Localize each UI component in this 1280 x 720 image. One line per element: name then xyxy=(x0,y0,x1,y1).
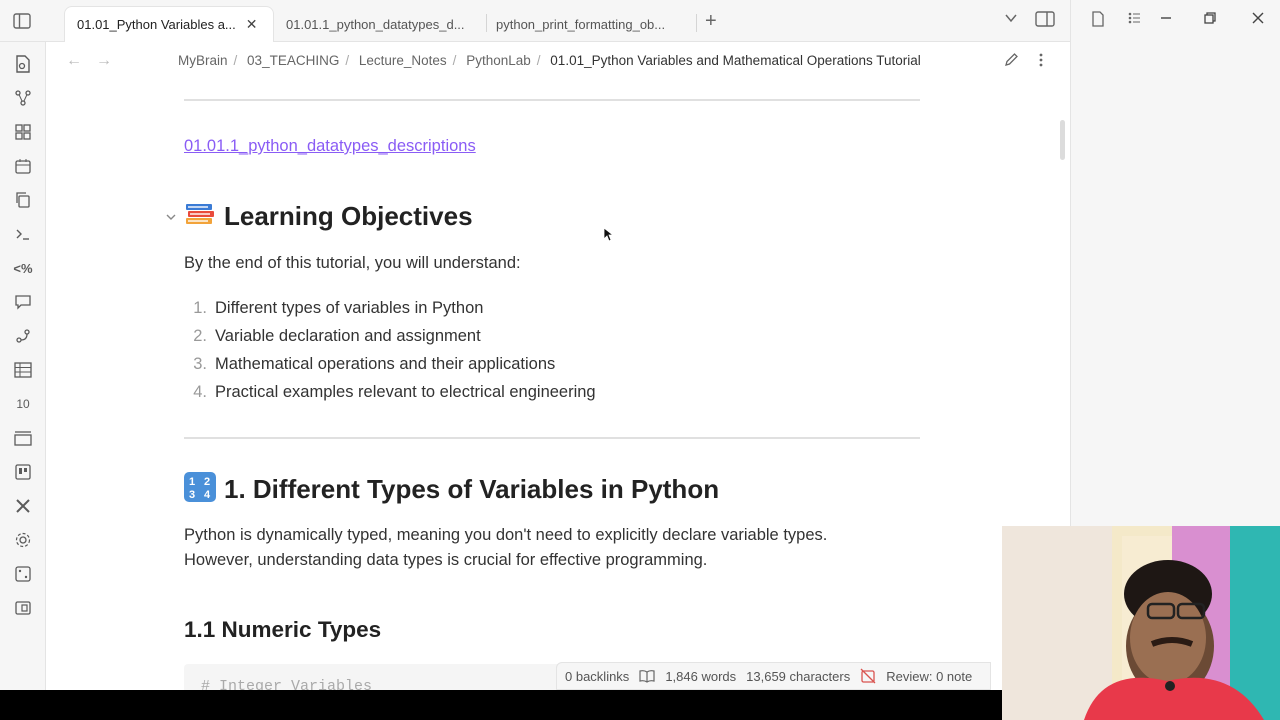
breadcrumb-item[interactable]: 03_TEACHING xyxy=(247,53,339,68)
copy-icon[interactable] xyxy=(11,188,35,212)
back-arrow-icon[interactable]: ← xyxy=(66,52,82,70)
heading-text: 1. Different Types of Variables in Pytho… xyxy=(224,474,720,504)
mouse-cursor-icon xyxy=(604,228,614,242)
tab-label: 01.01_Python Variables a... xyxy=(77,17,236,32)
list-number: 2. xyxy=(193,326,207,345)
review-status[interactable]: Review: 0 note xyxy=(886,669,972,684)
minimize-icon[interactable] xyxy=(1159,11,1173,29)
list-text: Mathematical operations and their applic… xyxy=(215,354,556,373)
list-item: 4. Practical examples relevant to electri… xyxy=(184,378,596,406)
reading-view-icon[interactable] xyxy=(639,669,655,683)
new-note-icon[interactable] xyxy=(1091,11,1105,31)
obsidian-window: 01.01_Python Variables a... ✕ 01.01.1_py… xyxy=(0,0,1280,720)
board-icon[interactable] xyxy=(11,460,35,484)
tab-print-formatting[interactable]: python_print_formatting_ob... xyxy=(484,6,677,42)
tab-variables[interactable]: 01.01_Python Variables a... ✕ xyxy=(64,6,274,42)
toggle-right-sidebar-icon[interactable] xyxy=(1035,11,1055,31)
tools-icon[interactable] xyxy=(11,494,35,518)
presenter-video-frame xyxy=(1002,526,1280,720)
close-window-icon[interactable] xyxy=(1251,11,1265,29)
backlinks-count[interactable]: 0 backlinks xyxy=(565,669,629,684)
list-text: Variable declaration and assignment xyxy=(215,326,481,345)
svg-text:3: 3 xyxy=(189,489,195,501)
character-count: 13,659 characters xyxy=(746,668,851,684)
types-paragraph-line-2: However, understanding data types is cru… xyxy=(184,551,708,569)
intro-text: By the end of this tutorial, you will un… xyxy=(184,254,521,272)
chat-icon[interactable] xyxy=(11,290,35,314)
open-file-icon[interactable] xyxy=(11,52,35,76)
list-text: Practical examples relevant to electrica… xyxy=(215,382,596,401)
list-item: 3. Mathematical operations and their appl… xyxy=(184,350,596,378)
list-item: 2. Variable declaration and assignment xyxy=(184,322,596,350)
status-bar: 0 backlinks 1,846 words 13,659 character… xyxy=(556,662,992,690)
edit-pencil-icon[interactable] xyxy=(1004,52,1019,71)
tab-divider xyxy=(696,14,697,32)
breadcrumb-item[interactable]: PythonLab xyxy=(466,53,531,68)
heading-text: Learning Objectives xyxy=(224,201,473,231)
cards-icon[interactable] xyxy=(11,596,35,620)
list-text: Different types of variables in Python xyxy=(215,298,484,317)
list-icon[interactable] xyxy=(1127,11,1141,29)
plugin-icon[interactable] xyxy=(11,324,35,348)
restore-icon[interactable] xyxy=(1203,11,1217,29)
breadcrumb-item[interactable]: MyBrain xyxy=(178,53,228,68)
webcam-overlay xyxy=(1002,526,1280,720)
settings-icon[interactable] xyxy=(11,528,35,552)
svg-text:4: 4 xyxy=(204,489,211,501)
tab-label: python_print_formatting_ob... xyxy=(496,16,666,32)
forward-arrow-icon[interactable]: → xyxy=(96,52,112,70)
canvas-icon[interactable] xyxy=(11,120,35,144)
breadcrumb-item[interactable]: Lecture_Notes xyxy=(359,53,447,68)
close-icon[interactable]: ✕ xyxy=(246,16,258,33)
tags-icon[interactable]: 10 xyxy=(11,392,35,416)
divider xyxy=(184,437,920,439)
chevron-down-icon[interactable] xyxy=(1004,11,1018,29)
word-count: 1,846 words xyxy=(665,668,737,684)
list-number: 4. xyxy=(193,382,207,401)
svg-text:1: 1 xyxy=(189,476,195,488)
code-comment: # Integer Variables xyxy=(201,678,373,690)
dice-icon[interactable] xyxy=(11,562,35,586)
internal-link[interactable]: 01.01.1_python_datatypes_descriptions xyxy=(184,137,476,156)
breadcrumb-current[interactable]: 01.01_Python Variables and Mathematical … xyxy=(550,53,920,68)
svg-text:2: 2 xyxy=(204,476,210,488)
list-number: 3. xyxy=(193,354,207,373)
graph-icon[interactable] xyxy=(11,86,35,110)
heading-variable-types: 1 2 3 4 1. Different Types of Variables … xyxy=(184,472,719,505)
terminal-icon[interactable] xyxy=(11,222,35,246)
scrollbar-thumb[interactable] xyxy=(1060,120,1065,160)
calendar-icon[interactable] xyxy=(11,154,35,178)
template-icon[interactable]: <% xyxy=(11,256,35,280)
divider xyxy=(184,99,920,101)
review-disabled-icon[interactable] xyxy=(860,668,876,684)
heading-numeric-types: 1.1 Numeric Types xyxy=(184,617,382,642)
table-icon[interactable] xyxy=(11,358,35,382)
toggle-sidebar-icon[interactable] xyxy=(10,10,34,32)
list-number: 1. xyxy=(193,298,207,317)
view-header: ← → MyBrain/ 03_TEACHING / Lecture_Notes /… xyxy=(46,42,1070,82)
numbers-icon: 1 2 3 4 xyxy=(184,472,216,502)
new-tab-icon[interactable]: + xyxy=(705,10,717,33)
more-options-icon[interactable] xyxy=(1038,52,1044,72)
note-content: 01.01.1_python_datatypes_descriptions Le… xyxy=(46,82,1070,690)
heading-learning-objectives: Learning Objectives xyxy=(184,201,473,232)
kanban-icon[interactable] xyxy=(11,426,35,450)
breadcrumb: MyBrain/ 03_TEACHING / Lecture_Notes / Pyt… xyxy=(178,53,921,68)
books-icon xyxy=(184,201,216,229)
list-item: 1. Different types of variables in Python xyxy=(184,294,596,322)
tab-label: 01.01.1_python_datatypes_d... xyxy=(286,16,465,32)
types-paragraph-line-1: Python is dynamically typed, meaning you… xyxy=(184,526,828,544)
objectives-list: 1. Different types of variables in Python… xyxy=(184,294,596,406)
left-ribbon: <% 10 xyxy=(0,42,46,720)
tab-datatypes[interactable]: 01.01.1_python_datatypes_d... xyxy=(274,6,477,42)
fold-chevron-icon[interactable] xyxy=(166,212,176,225)
